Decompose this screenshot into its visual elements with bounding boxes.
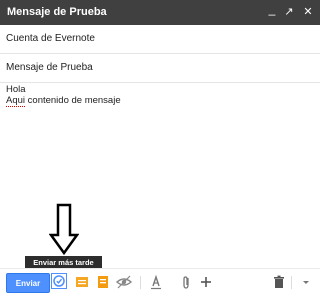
subject-text: Mensaje de Prueba <box>6 62 93 73</box>
toolbar-divider-right <box>291 276 292 289</box>
note-icon[interactable] <box>95 274 111 290</box>
eye-icon[interactable] <box>116 274 132 290</box>
message-line-1: Hola <box>6 84 26 95</box>
minimize-icon[interactable]: _ <box>265 1 279 17</box>
to-field[interactable]: Cuenta de Evernote <box>0 25 320 54</box>
subject-field[interactable]: Mensaje de Prueba <box>0 54 320 83</box>
message-line-2-rest: contenido de mensaje <box>25 95 121 106</box>
to-recipient: Cuenta de Evernote <box>6 33 95 44</box>
toolbar-divider <box>140 276 141 289</box>
more-options-icon[interactable] <box>298 274 314 290</box>
window-title: Mensaje de Prueba <box>7 6 107 18</box>
attach-icon[interactable] <box>178 274 194 290</box>
close-icon[interactable]: ✕ <box>301 4 315 20</box>
down-arrow-annotation <box>49 203 79 255</box>
send-button[interactable]: Enviar <box>6 273 50 293</box>
message-body[interactable]: Hola Aqui contenido de mensaje <box>6 84 121 107</box>
schedule-icon <box>53 275 65 287</box>
trash-icon[interactable] <box>271 274 287 290</box>
format-text-icon[interactable] <box>148 274 164 290</box>
template-icon[interactable] <box>74 274 90 290</box>
title-bar: Mensaje de Prueba _ ↗ ✕ <box>0 0 320 25</box>
schedule-send-button[interactable] <box>51 273 67 289</box>
misspelled-word: Aqui <box>6 95 26 107</box>
more-insert-icon[interactable] <box>198 274 214 290</box>
compose-window: Mensaje de Prueba _ ↗ ✕ Cuenta de Everno… <box>0 0 320 296</box>
message-line-2: Aqui contenido de mensaje <box>6 95 121 107</box>
compose-toolbar: Enviar <box>0 268 320 296</box>
popout-icon[interactable]: ↗ <box>282 4 296 20</box>
